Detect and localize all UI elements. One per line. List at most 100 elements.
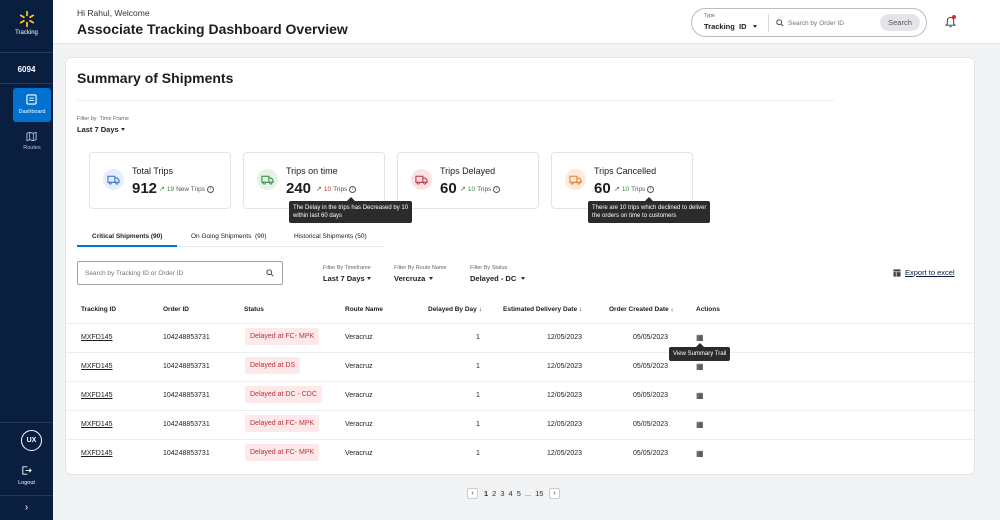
filter-status[interactable]: Delayed - DC [470,274,530,285]
status-badge: Delayed at FC- MPK [245,415,320,432]
summary-trail-icon[interactable]: ▦ [696,391,704,400]
col-delayed-by-day[interactable]: Delayed By Day ↓ [428,306,482,313]
order-created-date: 05/05/2023 [633,392,669,399]
col-estimated-delivery[interactable]: Estimated Delivery Date ↓ [503,306,582,313]
trend-up-icon: ↗ [316,186,322,193]
kpi-title: Trips on time [286,166,338,176]
search-icon[interactable] [266,269,274,277]
kpi-value: 60 [594,180,611,197]
table-row: MXFD145 104248853731 Delayed at FC- MPK … [66,410,974,439]
search-input[interactable] [788,16,880,30]
col-tracking-id: Tracking ID [81,306,117,313]
tab-critical-shipments[interactable]: Critical Shipments (90) [92,233,162,240]
kpi-change-value: 19 [166,185,175,193]
tab-active-indicator [77,245,177,247]
tracking-id-link[interactable]: MXFD145 [81,421,113,428]
type-select[interactable]: Type Tracking ID [704,12,764,34]
avatar[interactable]: UX [21,430,42,451]
route-name: Veracruz [345,421,373,428]
estimated-delivery-date: 12/05/2023 [547,421,583,428]
pagination: 1 2 3 4 5 ... 15 [484,489,543,498]
route-name: Veracruz [345,334,373,341]
user-id: 6094 [17,65,36,74]
trend-up-icon: ↗ [460,186,466,193]
sidebar-item-dashboard[interactable]: Dashboard [13,88,51,122]
order-id: 104248853731 [163,392,210,399]
tab-historical-shipments[interactable]: Historical Shipments (50) [294,233,367,240]
chevron-down-icon [521,277,525,280]
kpi-title: Trips Delayed [440,166,496,176]
col-order-id: Order ID [163,306,190,313]
header: Hi Rahul, Welcome Associate Tracking Das… [53,0,1000,44]
summary-trail-icon[interactable]: ▦ [696,333,704,342]
logout-label: Logout [18,480,35,486]
route-name: Veracruz [345,363,373,370]
spark-icon [19,10,35,28]
logout-icon [22,466,32,475]
delayed-by-day: 1 [476,421,480,428]
trend-up-icon: ↗ [614,186,620,193]
brand-logo[interactable]: Tracking [0,8,53,38]
estimated-delivery-date: 12/05/2023 [547,392,583,399]
info-icon[interactable]: i [349,185,357,193]
spreadsheet-icon [893,269,901,277]
order-id: 104248853731 [163,450,210,457]
sort-arrow-icon: ↓ [578,306,583,313]
tracking-id-link[interactable]: MXFD145 [81,450,113,457]
kpi-trips-delayed: Trips Delayed 60 ↗ 10 Trips i [397,152,539,209]
summary-trail-icon[interactable]: ▦ [696,362,704,371]
logout-button[interactable]: Logout [0,463,53,489]
page-3[interactable]: 3 [500,489,504,498]
info-icon[interactable]: i [207,185,215,193]
kpi-change-value: 10 [467,185,476,193]
info-icon[interactable]: i [493,185,501,193]
sidebar-item-label: Dashboard [18,109,46,115]
col-order-created[interactable]: Order Created Date ↓ [609,306,674,313]
summary-trail-icon[interactable]: ▦ [696,449,704,458]
tracking-id-link[interactable]: MXFD145 [81,363,113,370]
tab-ongoing-shipments[interactable]: On Going Shipments (90) [191,233,267,240]
timeframe-value: Last 7 Days [77,125,119,134]
page-4[interactable]: 4 [509,489,513,498]
next-page-button[interactable]: › [549,488,560,499]
type-label: Type [704,13,715,19]
filter-timeframe[interactable]: Last 7 Days [323,274,381,285]
tracking-id-link[interactable]: MXFD145 [81,392,113,399]
table-search-box [77,261,283,285]
delayed-by-day: 1 [476,392,480,399]
shipments-table: Tracking ID Order ID Status Route Name D… [66,296,974,472]
prev-page-button[interactable]: ‹ [467,488,478,499]
page-ellipsis: ... [524,489,532,498]
page-2[interactable]: 2 [492,489,496,498]
page-5[interactable]: 5 [517,489,521,498]
tracking-id-link[interactable]: MXFD145 [81,334,113,341]
tooltip-on-time: The Delay in the trips has Decreased by … [289,197,413,223]
filter-route[interactable]: Vercruza [394,274,444,285]
sidebar-item-routes[interactable]: Routes [13,128,51,156]
export-button[interactable]: Export to excel [893,268,963,279]
table-search-input[interactable] [85,267,255,280]
filter-timeframe-value: Last 7 Days [323,274,365,283]
table-row: MXFD145 104248853731 Delayed at FC- MPK … [66,439,974,468]
page-15[interactable]: 15 [535,489,543,498]
page-1[interactable]: 1 [484,489,488,498]
truck-icon [565,169,586,190]
search-button[interactable]: Search [880,14,920,31]
order-id: 104248853731 [163,363,210,370]
type-value: Tracking ID [704,22,747,31]
sidebar-item-label: Routes [23,145,41,151]
delayed-by-day: 1 [476,334,480,341]
truck-icon [411,169,432,190]
estimated-delivery-date: 12/05/2023 [547,450,583,457]
tooltip-cancelled: There are 10 trips which declined to del… [588,197,711,223]
sidebar: Tracking 6094 Dashboard Routes UX Logout… [0,0,53,520]
status-badge: Delayed at DC - CDC [245,386,322,403]
order-id: 104248853731 [163,334,210,341]
kpi-change: ↗ 10 Trips i [614,185,655,193]
filter-route-value: Vercruza [394,274,426,283]
timeframe-filter[interactable]: Last 7 Days [77,125,137,135]
sidebar-expand-icon[interactable]: › [0,502,53,513]
export-label: Export to excel [905,268,955,277]
summary-trail-icon[interactable]: ▦ [696,420,704,429]
info-icon[interactable]: i [647,185,655,193]
